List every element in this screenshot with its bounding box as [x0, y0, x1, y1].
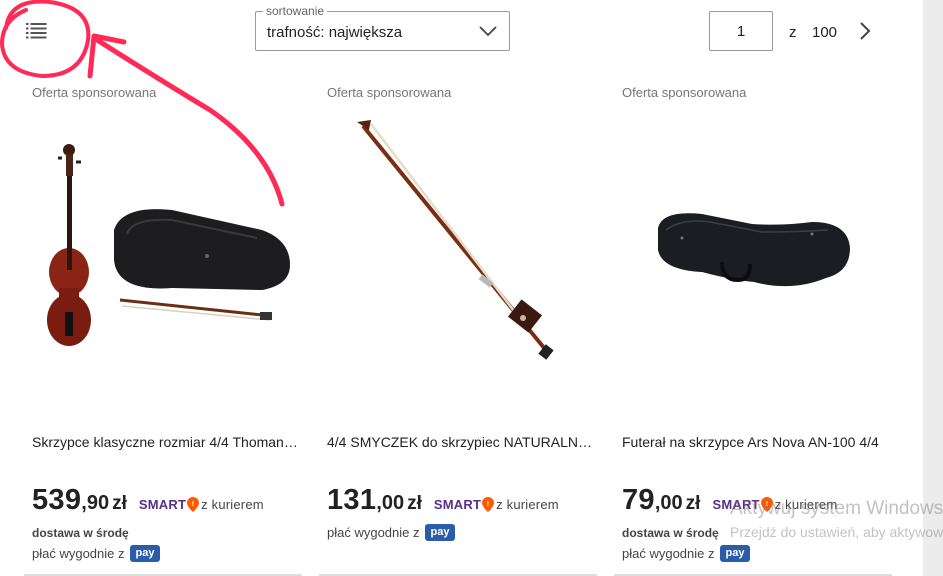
sort-select[interactable]: sortowanie trafność: największa	[255, 3, 510, 51]
sponsored-label: Oferta sponsorowana	[32, 85, 157, 100]
pay-logo: pay	[129, 545, 161, 562]
price-fraction: ,90	[81, 492, 110, 514]
price-row: 539 ,90 zł SMART ! z kurierem	[32, 484, 264, 520]
price-currency: zł	[685, 493, 701, 514]
page-number-input[interactable]	[709, 11, 773, 51]
list-view-toggle-button[interactable]	[26, 22, 48, 40]
delivery-info: dostawa w środę	[32, 526, 129, 540]
product-card[interactable]: Oferta sponsorowana 4/4 SMYCZEK do skrzy…	[319, 80, 597, 576]
chevron-right-icon	[860, 22, 871, 40]
smart-label: SMART	[138, 497, 187, 512]
list-view-icon	[26, 23, 47, 39]
courier-label: z kurierem	[496, 497, 559, 512]
price-fraction: ,00	[654, 492, 683, 514]
product-image-violin-set[interactable]	[32, 110, 294, 410]
windows-activation-watermark-title: Aktywuj system Windows	[730, 498, 943, 519]
pay-later-info: płać wygodnie z pay	[622, 545, 751, 562]
page-separator: z	[789, 24, 797, 41]
page-scrollbar[interactable]	[923, 0, 943, 576]
sort-label: sortowanie	[263, 3, 328, 19]
pay-later-text: płać wygodnie z	[622, 546, 715, 561]
product-title[interactable]: 4/4 SMYCZEK do skrzypiec NATURALNE WŁOSI…	[327, 434, 597, 450]
sponsored-label: Oferta sponsorowana	[327, 85, 452, 100]
price-integer: 79	[622, 484, 655, 516]
svg-text:!: !	[487, 501, 490, 508]
svg-text:!: !	[192, 501, 195, 508]
windows-activation-watermark-text: Przejdź do ustawień, aby aktywować syste…	[730, 524, 943, 540]
smart-label: SMART	[433, 497, 482, 512]
price-row: 131 ,00 zł SMART ! z kurierem	[327, 484, 559, 520]
product-title[interactable]: Skrzypce klasyczne rozmiar 4/4 Thomann 2…	[32, 434, 302, 450]
pay-later-text: płać wygodnie z	[327, 525, 420, 540]
delivery-info: dostawa w środę	[622, 526, 719, 540]
page-total: 100	[812, 24, 838, 41]
courier-label: z kurierem	[201, 497, 264, 512]
product-image-violin-case[interactable]	[622, 110, 884, 410]
price-fraction: ,00	[376, 492, 405, 514]
pay-logo: pay	[719, 545, 751, 562]
product-title[interactable]: Futerał na skrzypce Ars Nova AN-100 4/4	[622, 434, 892, 450]
next-page-button[interactable]	[855, 20, 875, 42]
chevron-down-icon	[479, 26, 497, 37]
sponsored-label: Oferta sponsorowana	[622, 85, 747, 100]
pay-later-text: płać wygodnie z	[32, 546, 125, 561]
price-integer: 539	[32, 484, 82, 516]
smart-pin-icon: !	[187, 497, 200, 512]
price-currency: zł	[112, 493, 127, 514]
smart-badge: SMART ! z kurierem	[139, 497, 264, 512]
product-card[interactable]: Oferta sponsorowana Skrzypce klasyczne r…	[24, 80, 302, 576]
pay-logo: pay	[424, 524, 456, 541]
price-integer: 131	[327, 484, 377, 516]
price-currency: zł	[407, 493, 422, 514]
smart-pin-icon: !	[482, 497, 495, 512]
pay-later-info: płać wygodnie z pay	[32, 545, 161, 562]
sort-value: trafność: największa	[267, 24, 403, 41]
pay-later-info: płać wygodnie z pay	[327, 524, 456, 541]
smart-badge: SMART ! z kurierem	[434, 497, 559, 512]
product-image-violin-bow[interactable]	[327, 110, 589, 410]
